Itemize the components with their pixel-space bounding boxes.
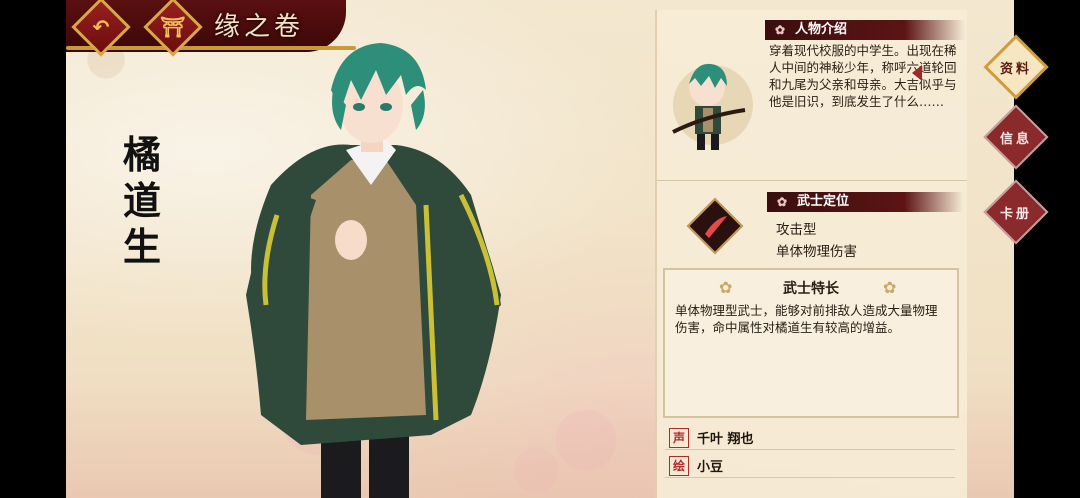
divider <box>665 449 955 450</box>
specialty-box: ✿ 武士特长 ✿ 单体物理型武士，能够对前排敌人造成大量物理伤害，命中属性对橘道… <box>663 268 959 418</box>
voice-credit: 声 千叶 翔也 <box>665 426 955 450</box>
role-heading: 武士定位 <box>767 192 963 212</box>
tab-label: 资料 <box>999 61 1032 77</box>
divider <box>665 477 955 478</box>
art-stamp-icon: 绘 <box>669 456 689 476</box>
info-panel: 人物介绍 穿着现代校服的中学生。出现在稀人中间的神秘少年，称呼六道轮回和九尾为父… <box>655 10 967 498</box>
character-name-char: 生 <box>122 224 161 269</box>
back-arrow-icon: ↶ <box>92 15 110 39</box>
chibi-avatar <box>672 63 753 150</box>
sword-slash-icon <box>686 197 744 255</box>
specialty-text: 单体物理型武士，能够对前排敌人造成大量物理伤害，命中属性对橘道生有较高的增益。 <box>675 303 938 335</box>
voice-actor-name: 千叶 翔也 <box>697 432 754 447</box>
character-name: 橘 道 生 <box>118 132 166 270</box>
intro-text: 穿着现代校服的中学生。出现在稀人中间的神秘少年，称呼六道轮回和九尾为父亲和母亲。… <box>769 43 957 109</box>
art-credit: 绘 小豆 <box>665 454 955 478</box>
torii-home-icon: ⛩ <box>160 15 186 39</box>
character-name-char: 橘 <box>122 132 161 177</box>
role-damage: 单体物理伤害 <box>776 244 857 260</box>
sword-slash-graphic <box>705 216 727 238</box>
character-portrait <box>246 43 501 498</box>
tab-label: 信息 <box>999 131 1032 147</box>
tab-label: 卡册 <box>999 206 1032 222</box>
intro-heading: 人物介绍 <box>765 20 965 40</box>
active-tab-pointer-icon <box>912 65 922 81</box>
specialty-heading: 武士特长 <box>783 281 839 297</box>
artist-name: 小豆 <box>697 460 724 475</box>
character-name-char: 道 <box>122 178 161 223</box>
game-screen: ↶ ⛩ 缘之卷 橘 道 生 ✿ 人物介绍 穿着现代校服的中学生。出现在稀人中间的… <box>66 0 1014 498</box>
voice-stamp-icon: 声 <box>669 428 689 448</box>
divider <box>657 180 967 181</box>
flower-icon: ✿ <box>883 278 897 297</box>
role-type: 攻击型 <box>776 222 817 238</box>
